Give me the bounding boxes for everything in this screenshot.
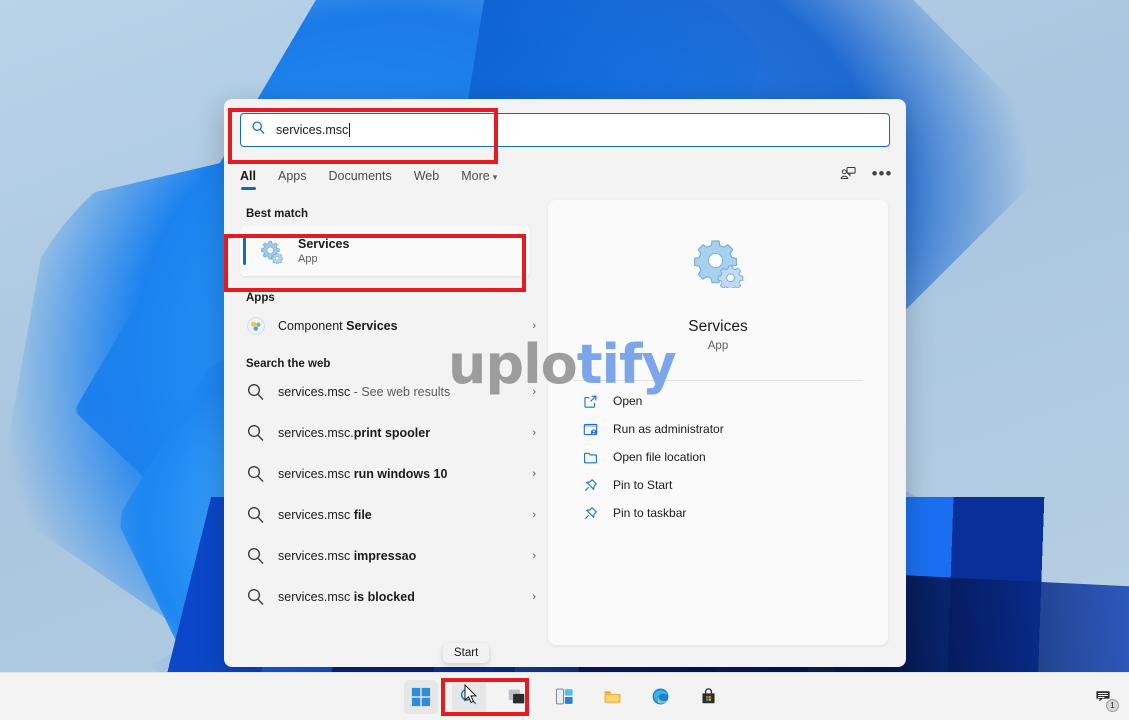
windows-search-panel: services.msc All Apps Documents Web More… <box>224 99 906 667</box>
tab-documents[interactable]: Documents <box>328 169 391 190</box>
task-view-button[interactable] <box>500 680 534 714</box>
search-icon <box>246 423 266 443</box>
file-explorer-button[interactable] <box>596 680 630 714</box>
feedback-icon[interactable] <box>838 164 858 184</box>
edge-icon <box>652 688 669 705</box>
notification-badge: 1 <box>1106 699 1119 712</box>
taskbar: 1 <box>0 672 1129 720</box>
search-icon <box>246 505 266 525</box>
preview-title: Services <box>688 318 748 335</box>
search-filter-tabs: All Apps Documents Web More ▾ ••• <box>224 162 906 196</box>
web-suggestion-3[interactable]: services.msc file › <box>240 499 542 531</box>
best-match-result-services[interactable]: Services App <box>240 226 530 276</box>
search-icon <box>246 464 266 484</box>
list-item-label: services.msc impressao <box>278 549 417 563</box>
list-item-label: services.msc file <box>278 508 372 522</box>
apps-section-label: Apps <box>246 292 275 304</box>
services-gear-icon <box>692 236 744 292</box>
file-explorer-icon <box>604 691 621 703</box>
list-item-label: services.msc - See web results <box>278 385 451 399</box>
pin-icon <box>582 477 599 494</box>
tab-web[interactable]: Web <box>414 169 439 190</box>
web-suggestion-1[interactable]: services.msc.print spooler › <box>240 417 542 449</box>
preview-divider <box>573 380 863 381</box>
list-item-label: services.msc run windows 10 <box>278 467 448 481</box>
preview-pane: Services App Open Run as administrator O… <box>542 196 906 656</box>
action-pin-to-start[interactable]: Pin to Start <box>582 471 854 499</box>
edge-button[interactable] <box>644 680 678 714</box>
list-item-label: services.msc is blocked <box>278 590 415 604</box>
action-label: Run as administrator <box>613 422 724 436</box>
tab-all[interactable]: All <box>240 169 256 190</box>
taskbar-center-group <box>403 679 726 714</box>
chevron-right-icon[interactable]: › <box>532 320 536 332</box>
search-header-actions: ••• <box>838 164 892 184</box>
search-icon <box>246 587 266 607</box>
search-icon <box>246 546 266 566</box>
microsoft-store-button[interactable] <box>692 680 726 714</box>
chevron-right-icon[interactable]: › <box>532 550 536 562</box>
search-results-list: Best match Services App Apps Component S… <box>224 196 542 656</box>
system-tray: 1 <box>1091 673 1119 720</box>
search-results-body: Best match Services App Apps Component S… <box>224 196 906 656</box>
web-suggestion-4[interactable]: services.msc impressao › <box>240 540 542 572</box>
widgets-button[interactable] <box>548 680 582 714</box>
start-tooltip: Start <box>443 643 490 663</box>
tab-apps[interactable]: Apps <box>278 169 307 190</box>
action-open-file-location[interactable]: Open file location <box>582 443 854 471</box>
action-label: Pin to taskbar <box>613 506 687 520</box>
list-item-label: Component Services <box>278 319 398 333</box>
preview-actions-list: Open Run as administrator Open file loca… <box>548 387 888 527</box>
widgets-icon <box>555 688 573 705</box>
start-button[interactable] <box>403 679 438 714</box>
action-run-as-administrator[interactable]: Run as administrator <box>582 415 854 443</box>
search-icon <box>251 120 266 140</box>
preview-subtitle: App <box>707 340 729 352</box>
open-icon <box>582 393 599 410</box>
folder-icon <box>582 449 599 466</box>
search-input-value: services.msc <box>276 123 351 137</box>
search-header: services.msc <box>224 99 906 162</box>
preview-card: Services App Open Run as administrator O… <box>548 200 888 645</box>
more-options-icon[interactable]: ••• <box>872 164 892 184</box>
search-input[interactable]: services.msc <box>240 113 890 147</box>
list-item-component-services[interactable]: Component Services › <box>240 310 542 342</box>
best-match-subtitle: App <box>298 252 318 265</box>
search-the-web-label: Search the web <box>246 358 331 370</box>
web-suggestion-0[interactable]: services.msc - See web results › <box>240 376 542 408</box>
mouse-cursor <box>464 684 478 704</box>
web-suggestion-5[interactable]: services.msc is blocked › <box>240 581 542 613</box>
action-pin-to-taskbar[interactable]: Pin to taskbar <box>582 499 854 527</box>
chevron-right-icon[interactable]: › <box>532 509 536 521</box>
windows-logo-icon <box>411 687 430 706</box>
web-suggestion-2[interactable]: services.msc run windows 10 › <box>240 458 542 490</box>
component-services-icon <box>246 316 266 336</box>
best-match-label: Best match <box>246 208 308 220</box>
chevron-right-icon[interactable]: › <box>532 386 536 398</box>
action-label: Pin to Start <box>613 478 673 492</box>
action-open[interactable]: Open <box>582 387 854 415</box>
action-label: Open file location <box>613 450 706 464</box>
list-item-label: services.msc.print spooler <box>278 426 431 440</box>
best-match-title: Services <box>298 236 350 251</box>
microsoft-store-icon <box>702 688 715 704</box>
tab-more[interactable]: More ▾ <box>461 169 497 190</box>
chat-notification-icon[interactable]: 1 <box>1091 685 1119 712</box>
text-caret <box>349 123 351 137</box>
chevron-right-icon[interactable]: › <box>532 427 536 439</box>
services-gear-icon <box>258 238 284 265</box>
chevron-right-icon[interactable]: › <box>532 591 536 603</box>
pin-icon <box>582 505 599 522</box>
search-icon <box>246 382 266 402</box>
action-label: Open <box>613 394 643 408</box>
chevron-down-icon: ▾ <box>492 171 498 182</box>
run-as-administrator-icon <box>582 421 599 438</box>
task-view-icon <box>508 689 525 704</box>
chevron-right-icon[interactable]: › <box>532 468 536 480</box>
